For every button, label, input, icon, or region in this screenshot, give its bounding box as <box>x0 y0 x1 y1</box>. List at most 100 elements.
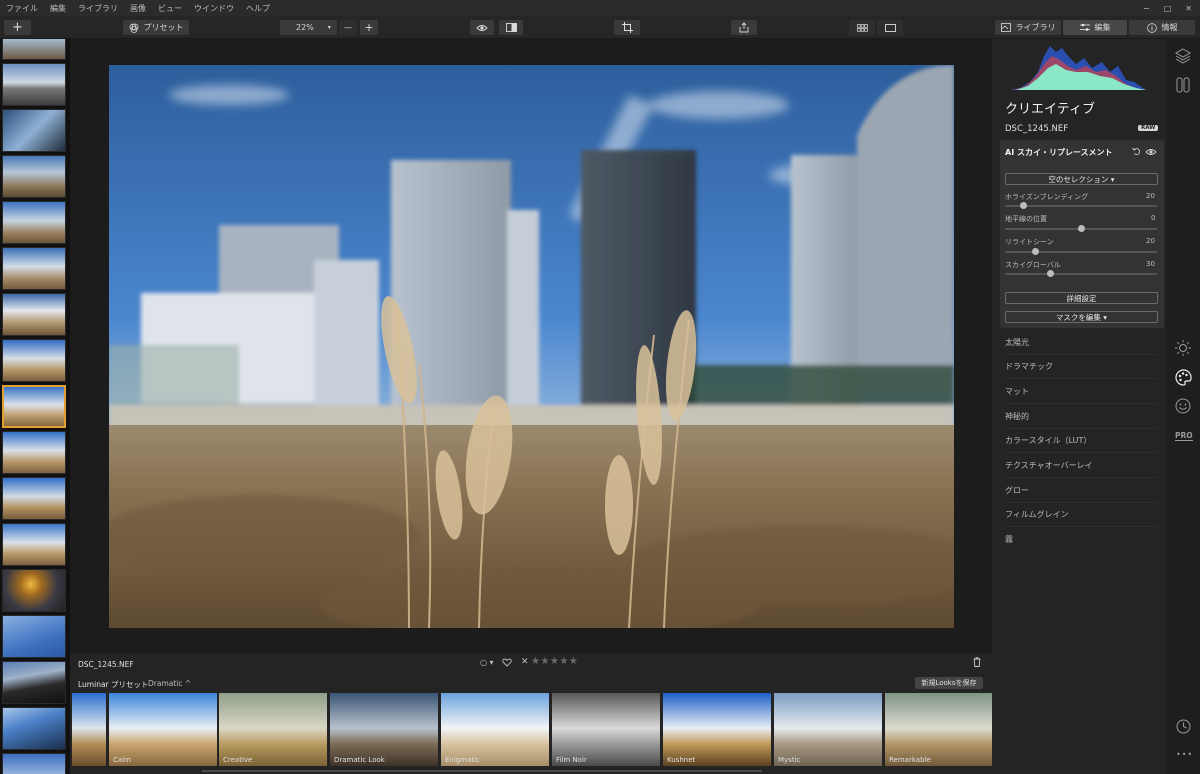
zoom-out-button[interactable]: — <box>339 20 357 35</box>
thumbnail[interactable] <box>2 707 66 750</box>
filter-film-grain[interactable]: フィルムグレイン <box>1005 503 1157 527</box>
slider-knob[interactable] <box>1019 202 1027 209</box>
thumbnail[interactable] <box>2 293 66 336</box>
menu-edit[interactable]: 編集 <box>44 3 72 14</box>
panel-filename: DSC_1245.NEF <box>1005 124 1069 134</box>
heart-icon[interactable] <box>502 658 512 667</box>
thumbnail[interactable] <box>2 615 66 658</box>
filter-color-style-lut[interactable]: カラースタイル（LUT） <box>1005 429 1157 453</box>
presets-icon <box>129 23 138 33</box>
main-photo[interactable] <box>109 65 954 628</box>
maximize-button[interactable]: □ <box>1164 4 1172 13</box>
edit-tab[interactable]: 編集 <box>1063 20 1127 35</box>
look-thumbnail[interactable]: Mystic <box>774 693 882 766</box>
trash-icon[interactable] <box>973 657 981 667</box>
slider-label: ホライズンブレンディング <box>1005 193 1089 201</box>
star-rating[interactable]: ★★★★★ <box>531 656 578 667</box>
menu-file[interactable]: ファイル <box>0 3 44 14</box>
thumbnail[interactable] <box>2 109 66 152</box>
slider-knob[interactable] <box>1077 225 1085 232</box>
thumbnail[interactable] <box>2 39 66 60</box>
single-view-button[interactable] <box>877 20 903 35</box>
menu-window[interactable]: ウインドウ <box>188 3 240 14</box>
look-thumbnail[interactable] <box>72 693 106 766</box>
visibility-eye-icon[interactable] <box>1145 148 1157 156</box>
edit-mask-button[interactable]: マスクを編集 ▾ <box>1005 311 1158 323</box>
slider-track[interactable] <box>1005 251 1157 253</box>
flag-select[interactable]: ○ ▾ <box>480 658 494 667</box>
portrait-face-icon[interactable] <box>1175 398 1191 414</box>
sky-selection-dropdown[interactable]: 空のセレクション ▾ <box>1005 173 1158 185</box>
menu-help[interactable]: ヘルプ <box>240 3 276 14</box>
filter-fog[interactable]: 霧 <box>1005 528 1157 552</box>
library-tab-label: ライブラリ <box>1015 23 1056 32</box>
thumbnail[interactable] <box>2 155 66 198</box>
more-options-button[interactable]: ••• <box>1176 750 1193 759</box>
slider-knob[interactable] <box>1031 248 1039 255</box>
thumbnail-selected[interactable] <box>2 385 66 428</box>
library-tab[interactable]: ライブラリ <box>995 20 1061 35</box>
look-thumbnail[interactable]: Film Noir <box>552 693 660 766</box>
essentials-sun-icon[interactable] <box>1175 340 1191 356</box>
filter-mystical[interactable]: 神秘的 <box>1005 405 1157 429</box>
menu-library[interactable]: ライブラリ <box>72 3 124 14</box>
thumbnail[interactable] <box>2 63 66 106</box>
pro-tools-label[interactable]: PRO <box>1175 431 1193 441</box>
thumbnail[interactable] <box>2 201 66 244</box>
minimize-button[interactable]: − <box>1143 4 1150 13</box>
look-thumbnail[interactable]: Remarkable <box>885 693 992 766</box>
menu-view[interactable]: ビュー <box>152 3 188 14</box>
look-thumbnail[interactable]: Dramatic Look <box>330 693 438 766</box>
compare-button[interactable] <box>499 20 523 35</box>
save-new-looks-button[interactable]: 新規Looksを保存 <box>915 677 983 689</box>
zoom-select[interactable]: 22% ▾ <box>280 20 337 35</box>
slider-track[interactable] <box>1005 273 1157 275</box>
grid-view-button[interactable] <box>849 20 875 35</box>
look-thumbnail[interactable]: Kushnet <box>663 693 771 766</box>
crop-button[interactable] <box>614 20 640 35</box>
thumbnail[interactable] <box>2 431 66 474</box>
toolbar: + プリセット 22% ▾ — + ライブラリ 編集 情報 <box>0 16 1200 39</box>
add-photos-button[interactable]: + <box>4 20 31 35</box>
info-tab[interactable]: 情報 <box>1129 20 1195 35</box>
filter-matte[interactable]: マット <box>1005 380 1157 404</box>
filter-glow[interactable]: グロー <box>1005 479 1157 503</box>
preview-eye-button[interactable] <box>470 20 494 35</box>
creative-palette-icon[interactable] <box>1175 369 1192 386</box>
advanced-settings-button[interactable]: 詳細設定 <box>1005 292 1158 304</box>
look-label: Remarkable <box>889 756 931 764</box>
reset-icon[interactable] <box>1132 147 1141 156</box>
raw-badge: RAW <box>1138 125 1159 131</box>
look-thumbnail[interactable]: Calm <box>109 693 217 766</box>
edit-tab-label: 編集 <box>1094 23 1111 32</box>
filter-texture-overlay[interactable]: テクスチャオーバーレイ <box>1005 454 1157 478</box>
filter-sunrays[interactable]: 太陽光 <box>1005 331 1157 355</box>
thumbnail[interactable] <box>2 523 66 566</box>
filter-dramatic[interactable]: ドラマチック <box>1005 355 1157 379</box>
layers-icon[interactable] <box>1175 48 1191 64</box>
look-label: Film Noir <box>556 756 587 764</box>
tool-title[interactable]: AI スカイ・リプレースメント <box>1005 147 1113 158</box>
thumbnail[interactable] <box>2 661 66 704</box>
presets-button[interactable]: プリセット <box>123 20 189 35</box>
thumbnail[interactable] <box>2 569 66 612</box>
image-canvas <box>70 39 992 653</box>
preset-category-select[interactable]: Dramatic ^ <box>148 679 191 688</box>
looks-scrollbar[interactable] <box>202 770 762 772</box>
slider-track[interactable] <box>1005 205 1157 207</box>
look-thumbnail[interactable]: Enigmatic <box>441 693 549 766</box>
thumbnail[interactable] <box>2 477 66 520</box>
chevron-down-icon: ▾ <box>327 24 331 31</box>
thumbnail[interactable] <box>2 247 66 290</box>
history-clock-icon[interactable] <box>1176 719 1191 734</box>
share-button[interactable] <box>731 20 757 35</box>
look-thumbnail[interactable]: Creative <box>219 693 327 766</box>
reject-button[interactable]: ✕ <box>521 657 529 667</box>
thumbnail[interactable] <box>2 753 66 774</box>
zoom-in-button[interactable]: + <box>360 20 378 35</box>
menu-image[interactable]: 画像 <box>124 3 152 14</box>
canvas-tools-icon[interactable] <box>1175 77 1191 93</box>
close-button[interactable]: ✕ <box>1185 4 1192 13</box>
thumbnail[interactable] <box>2 339 66 382</box>
slider-value: 30 <box>1146 260 1155 268</box>
